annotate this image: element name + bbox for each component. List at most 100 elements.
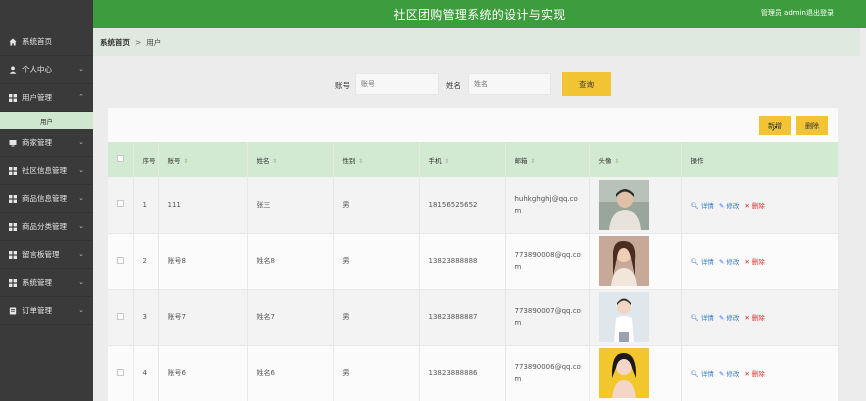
edit-link[interactable]: ✎ 修改	[719, 312, 740, 322]
avatar[interactable]	[598, 236, 649, 286]
edit-link[interactable]: ✎ 修改	[719, 368, 740, 378]
sidebar-item-system[interactable]: 系统管理 ⌄	[0, 269, 93, 297]
delete-link[interactable]: ✕ 删除	[744, 312, 765, 322]
table-row: 1 111 张三 男 18156525652 huhkghghj@qq.com	[108, 177, 839, 233]
account-label: 账号	[335, 81, 350, 90]
sidebar-item-profile[interactable]: 个人中心 ⌄	[0, 56, 93, 84]
sort-icon: ⇳	[272, 157, 278, 165]
column-header-gender[interactable]: 性别 ⇳	[333, 142, 420, 177]
chevron-down-icon: ⌄	[78, 222, 84, 230]
sidebar-item-user-management[interactable]: 用户管理 ⌃	[0, 84, 93, 112]
cell-actions: 🔍︎ 详情 ✎ 修改 ✕ 删除	[681, 289, 839, 345]
name-label: 姓名	[446, 81, 461, 90]
cell-index: 2	[133, 233, 159, 289]
sidebar-item-home[interactable]: 系统首页	[0, 28, 93, 56]
chevron-down-icon: ⌄	[78, 65, 84, 73]
sidebar-item-orders[interactable]: 订单管理 ⌄	[0, 297, 93, 325]
cell-actions: 🔍︎ 详情 ✎ 修改 ✕ 删除	[681, 177, 839, 233]
close-icon: ✕	[744, 201, 750, 210]
chevron-down-icon: ⌄	[78, 138, 84, 146]
cell-gender: 男	[333, 177, 420, 233]
grid-icon	[9, 194, 17, 203]
chevron-down-icon: ⌄	[78, 250, 84, 258]
cell-name: 张三	[247, 177, 334, 233]
sidebar-item-products[interactable]: 商品信息管理 ⌄	[0, 185, 93, 213]
cell-avatar	[589, 289, 682, 345]
sidebar-item-messages[interactable]: 留言板管理 ⌄	[0, 241, 93, 269]
cell-phone: 13823888886	[419, 345, 506, 401]
cell-gender: 男	[333, 345, 420, 401]
sidebar-subitem-users[interactable]: 用户	[0, 112, 93, 129]
delete-link[interactable]: ✕ 删除	[744, 368, 765, 378]
account-input[interactable]	[355, 73, 439, 95]
close-icon: ✕	[744, 314, 750, 322]
close-icon: ✕	[744, 258, 750, 266]
row-checkbox[interactable]	[108, 233, 134, 289]
cell-account: 111	[158, 177, 248, 233]
sort-icon: ⇳	[530, 157, 536, 165]
cell-email: 773890007@qq.com	[505, 289, 590, 345]
logout-link[interactable]: 退出登录	[806, 8, 834, 18]
grid-icon	[9, 250, 17, 259]
detail-link[interactable]: 🔍︎ 详情	[691, 312, 714, 322]
avatar[interactable]	[598, 292, 649, 342]
sort-icon: ⇳	[444, 157, 450, 165]
breadcrumb: 系统首页 > 用户	[93, 28, 860, 56]
sidebar: 系统首页 个人中心 ⌄ 用户管理 ⌃ 用户 商家管理 ⌄ 社区信息管理 ⌄ 商品…	[0, 0, 93, 401]
breadcrumb-home[interactable]: 系统首页	[100, 37, 130, 48]
column-header-name[interactable]: 姓名 ⇳	[247, 142, 334, 177]
order-icon	[9, 307, 17, 315]
cell-account: 账号8	[158, 233, 248, 289]
sidebar-item-community[interactable]: 社区信息管理 ⌄	[0, 157, 93, 185]
sidebar-item-label: 留言板管理	[22, 250, 60, 259]
detail-link[interactable]: 🔍︎ 详情	[691, 200, 714, 210]
cell-index: 4	[133, 345, 159, 401]
row-checkbox[interactable]	[108, 177, 134, 233]
column-header-email[interactable]: 邮箱 ⇳	[505, 142, 590, 177]
edit-link[interactable]: ✎ 修改	[719, 200, 740, 210]
avatar[interactable]	[598, 348, 649, 398]
avatar[interactable]	[598, 179, 649, 230]
column-header-index: 序号	[133, 142, 159, 177]
sidebar-item-label: 订单管理	[22, 306, 52, 315]
mouse-cursor-icon: ➚	[771, 124, 779, 134]
delete-link[interactable]: ✕ 删除	[744, 256, 765, 266]
query-button[interactable]: 查询	[562, 72, 611, 96]
sidebar-item-label: 系统首页	[22, 37, 52, 46]
cell-avatar	[589, 177, 682, 233]
column-header-phone[interactable]: 手机 ⇳	[419, 142, 506, 177]
sidebar-item-categories[interactable]: 商品分类管理 ⌄	[0, 213, 93, 241]
sort-icon: ⇳	[358, 157, 364, 165]
search-icon: 🔍︎	[690, 258, 699, 266]
sidebar-item-label: 用户管理	[22, 93, 52, 102]
name-input[interactable]	[468, 73, 551, 95]
row-checkbox[interactable]	[108, 289, 134, 345]
edit-link[interactable]: ✎ 修改	[719, 256, 740, 266]
sidebar-item-merchant[interactable]: 商家管理 ⌄	[0, 129, 93, 157]
grid-icon	[9, 93, 17, 102]
top-header: 社区团购管理系统的设计与实现 管理员 admin 退出登录	[93, 0, 866, 28]
sidebar-item-label: 商品信息管理	[22, 194, 67, 203]
breadcrumb-separator: >	[135, 37, 142, 47]
sort-icon: ⇳	[183, 157, 189, 165]
detail-link[interactable]: 🔍︎ 详情	[691, 256, 714, 266]
cell-account: 账号6	[158, 345, 248, 401]
chevron-down-icon: ⌄	[78, 278, 84, 286]
cell-index: 1	[133, 177, 159, 233]
delete-link[interactable]: ✕ 删除	[744, 200, 765, 210]
column-header-avatar[interactable]: 头像 ⇳	[589, 142, 682, 177]
select-all-checkbox[interactable]	[108, 142, 134, 177]
batch-delete-button[interactable]: 删除	[796, 116, 828, 135]
sidebar-item-label: 商品分类管理	[22, 222, 67, 231]
column-header-actions: 操作	[681, 142, 839, 177]
table-row: 3 账号7 姓名7 男 13823888887 773890007@qq.com	[108, 289, 839, 345]
column-header-account[interactable]: 账号 ⇳	[158, 142, 248, 177]
sidebar-item-label: 商家管理	[22, 138, 52, 147]
cell-name: 姓名6	[247, 345, 334, 401]
chevron-down-icon: ⌄	[78, 166, 84, 174]
row-checkbox[interactable]	[108, 345, 134, 401]
detail-link[interactable]: 🔍︎ 详情	[691, 368, 714, 378]
cell-name: 姓名8	[247, 233, 334, 289]
cell-email: 773890006@qq.com	[505, 345, 590, 401]
sidebar-item-label: 个人中心	[22, 65, 52, 74]
